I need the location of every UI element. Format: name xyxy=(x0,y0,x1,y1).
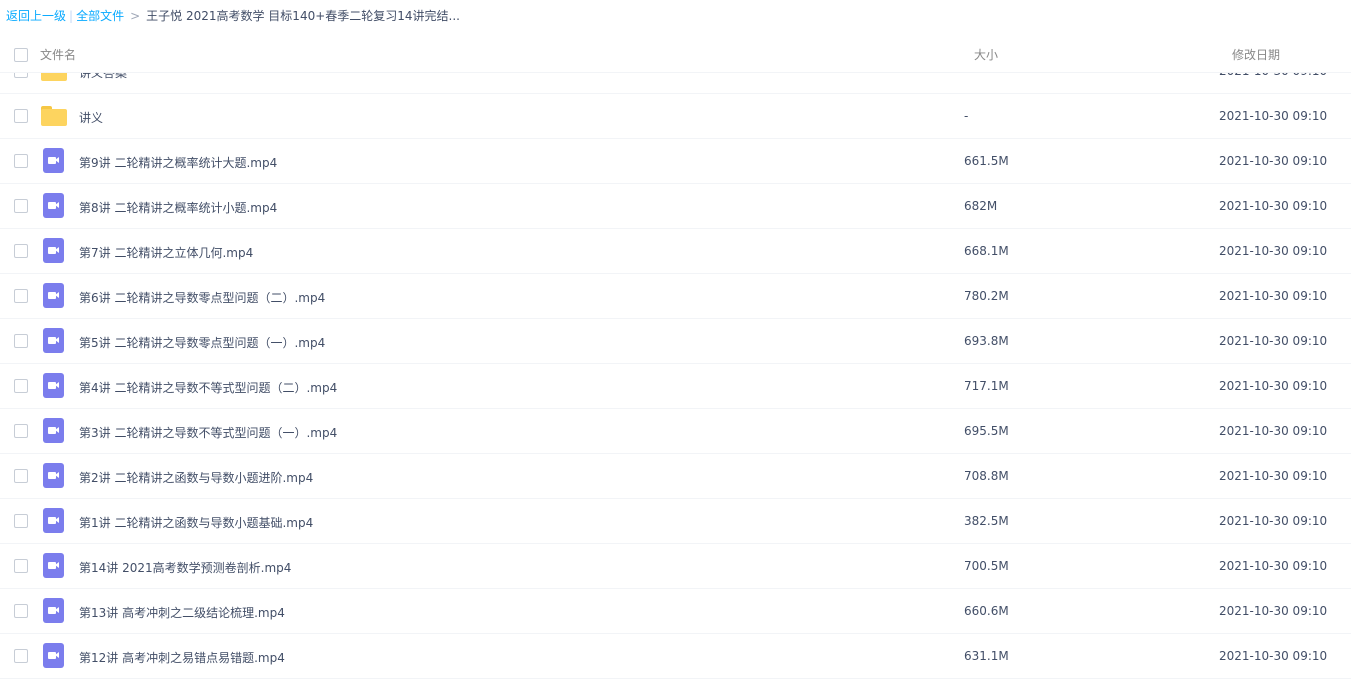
chevron-right-icon: > xyxy=(130,9,141,23)
file-name[interactable]: 第9讲 二轮精讲之概率统计大题.mp4 xyxy=(79,154,277,171)
file-modified-date: 2021-10-30 09:10 xyxy=(1219,649,1328,663)
file-name[interactable]: 第6讲 二轮精讲之导数零点型问题（二）.mp4 xyxy=(79,289,325,306)
file-row[interactable]: 第7讲 二轮精讲之立体几何.mp4 668.1M 2021-10-30 09:10 xyxy=(0,229,1351,274)
select-all-checkbox[interactable] xyxy=(14,48,28,62)
file-modified-date: 2021-10-30 09:10 xyxy=(1219,244,1328,258)
file-row[interactable]: 第9讲 二轮精讲之概率统计大题.mp4 661.5M 2021-10-30 09:1… xyxy=(0,139,1351,184)
breadcrumb-separator: | xyxy=(69,9,74,23)
video-file-icon xyxy=(40,508,68,533)
file-row[interactable]: 讲义 - 2021-10-30 09:10 xyxy=(0,94,1351,139)
row-checkbox[interactable] xyxy=(14,424,28,438)
all-files-link[interactable]: 全部文件 xyxy=(76,9,124,23)
video-file-icon xyxy=(40,193,68,218)
video-file-icon xyxy=(40,643,68,668)
row-checkbox[interactable] xyxy=(14,469,28,483)
file-modified-date: 2021-10-30 09:10 xyxy=(1219,199,1328,213)
file-size: 693.8M xyxy=(964,334,1009,348)
row-checkbox[interactable] xyxy=(14,559,28,573)
file-list: 讲义答案2021-10-30 09:10讲义-2021-10-30 09:10第… xyxy=(0,49,1351,679)
file-modified-date: 2021-10-30 09:10 xyxy=(1219,469,1328,483)
file-name[interactable]: 第2讲 二轮精讲之函数与导数小题进阶.mp4 xyxy=(79,469,313,486)
file-size: 780.2M xyxy=(964,289,1009,303)
row-checkbox[interactable] xyxy=(14,244,28,258)
video-file-icon xyxy=(40,283,68,308)
row-checkbox[interactable] xyxy=(14,649,28,663)
row-checkbox[interactable] xyxy=(14,199,28,213)
file-size: 708.8M xyxy=(964,469,1009,483)
file-name[interactable]: 第14讲 2021高考数学预测卷剖析.mp4 xyxy=(79,559,291,576)
column-header-date[interactable]: 修改日期 xyxy=(1232,46,1280,63)
file-modified-date: 2021-10-30 09:10 xyxy=(1219,424,1328,438)
video-file-icon xyxy=(40,373,68,398)
file-size: 717.1M xyxy=(964,379,1009,393)
file-row[interactable]: 第2讲 二轮精讲之函数与导数小题进阶.mp4 708.8M 2021-10-30 0… xyxy=(0,454,1351,499)
file-size: - xyxy=(964,109,969,123)
file-row[interactable]: 第1讲 二轮精讲之函数与导数小题基础.mp4 382.5M 2021-10-30 0… xyxy=(0,499,1351,544)
file-modified-date: 2021-10-30 09:10 xyxy=(1219,289,1328,303)
file-name[interactable]: 第5讲 二轮精讲之导数零点型问题（一）.mp4 xyxy=(79,334,325,351)
file-row[interactable]: 第12讲 高考冲刺之易错点易错题.mp4 631.1M 2021-10-30 09:… xyxy=(0,634,1351,679)
row-checkbox[interactable] xyxy=(14,604,28,618)
file-modified-date: 2021-10-30 09:10 xyxy=(1219,559,1328,573)
file-size: 382.5M xyxy=(964,514,1009,528)
file-size: 700.5M xyxy=(964,559,1009,573)
file-name[interactable]: 第8讲 二轮精讲之概率统计小题.mp4 xyxy=(79,199,277,216)
file-modified-date: 2021-10-30 09:10 xyxy=(1219,379,1328,393)
row-checkbox[interactable] xyxy=(14,514,28,528)
file-modified-date: 2021-10-30 09:10 xyxy=(1219,604,1328,618)
file-row[interactable]: 第8讲 二轮精讲之概率统计小题.mp4 682M 2021-10-30 09:10 xyxy=(0,184,1351,229)
row-checkbox[interactable] xyxy=(14,334,28,348)
file-row[interactable]: 第5讲 二轮精讲之导数零点型问题（一）.mp4 693.8M 2021-10-30 … xyxy=(0,319,1351,364)
file-row[interactable]: 第6讲 二轮精讲之导数零点型问题（二）.mp4 780.2M 2021-10-30 … xyxy=(0,274,1351,319)
file-row[interactable]: 第14讲 2021高考数学预测卷剖析.mp4 700.5M 2021-10-30 0… xyxy=(0,544,1351,589)
file-size: 695.5M xyxy=(964,424,1009,438)
file-row[interactable]: 第3讲 二轮精讲之导数不等式型问题（一）.mp4 695.5M 2021-10-30… xyxy=(0,409,1351,454)
row-checkbox[interactable] xyxy=(14,154,28,168)
row-checkbox[interactable] xyxy=(14,109,28,123)
file-name[interactable]: 第3讲 二轮精讲之导数不等式型问题（一）.mp4 xyxy=(79,424,337,441)
file-name[interactable]: 第4讲 二轮精讲之导数不等式型问题（二）.mp4 xyxy=(79,379,337,396)
file-size: 660.6M xyxy=(964,604,1009,618)
column-header-size[interactable]: 大小 xyxy=(974,46,998,63)
file-row[interactable]: 第4讲 二轮精讲之导数不等式型问题（二）.mp4 717.1M 2021-10-30… xyxy=(0,364,1351,409)
back-link[interactable]: 返回上一级 xyxy=(6,9,66,23)
file-modified-date: 2021-10-30 09:10 xyxy=(1219,514,1328,528)
file-name[interactable]: 第13讲 高考冲刺之二级结论梳理.mp4 xyxy=(79,604,285,621)
video-file-icon xyxy=(40,238,68,263)
video-file-icon xyxy=(40,598,68,623)
video-file-icon xyxy=(40,463,68,488)
folder-icon xyxy=(40,104,68,128)
file-list-header: 文件名 大小 修改日期 xyxy=(0,34,1351,73)
video-file-icon xyxy=(40,418,68,443)
video-file-icon xyxy=(40,328,68,353)
file-size: 631.1M xyxy=(964,649,1009,663)
breadcrumb: 返回上一级 | 全部文件 > 王子悦 2021高考数学 目标140+春季二轮复习14讲完… xyxy=(6,0,460,32)
file-modified-date: 2021-10-30 09:10 xyxy=(1219,109,1328,123)
file-name[interactable]: 第1讲 二轮精讲之函数与导数小题基础.mp4 xyxy=(79,514,313,531)
file-row[interactable]: 第13讲 高考冲刺之二级结论梳理.mp4 660.6M 2021-10-30 09:… xyxy=(0,589,1351,634)
file-name[interactable]: 讲义 xyxy=(79,109,103,126)
video-file-icon xyxy=(40,148,68,173)
file-modified-date: 2021-10-30 09:10 xyxy=(1219,154,1328,168)
file-size: 668.1M xyxy=(964,244,1009,258)
file-name[interactable]: 第7讲 二轮精讲之立体几何.mp4 xyxy=(79,244,253,261)
row-checkbox[interactable] xyxy=(14,379,28,393)
file-size: 682M xyxy=(964,199,998,213)
row-checkbox[interactable] xyxy=(14,289,28,303)
file-name[interactable]: 第12讲 高考冲刺之易错点易错题.mp4 xyxy=(79,649,285,666)
video-file-icon xyxy=(40,553,68,578)
file-modified-date: 2021-10-30 09:10 xyxy=(1219,334,1328,348)
column-header-name[interactable]: 文件名 xyxy=(40,46,76,63)
current-folder-title: 王子悦 2021高考数学 目标140+春季二轮复习14讲完结... xyxy=(146,9,460,23)
file-size: 661.5M xyxy=(964,154,1009,168)
